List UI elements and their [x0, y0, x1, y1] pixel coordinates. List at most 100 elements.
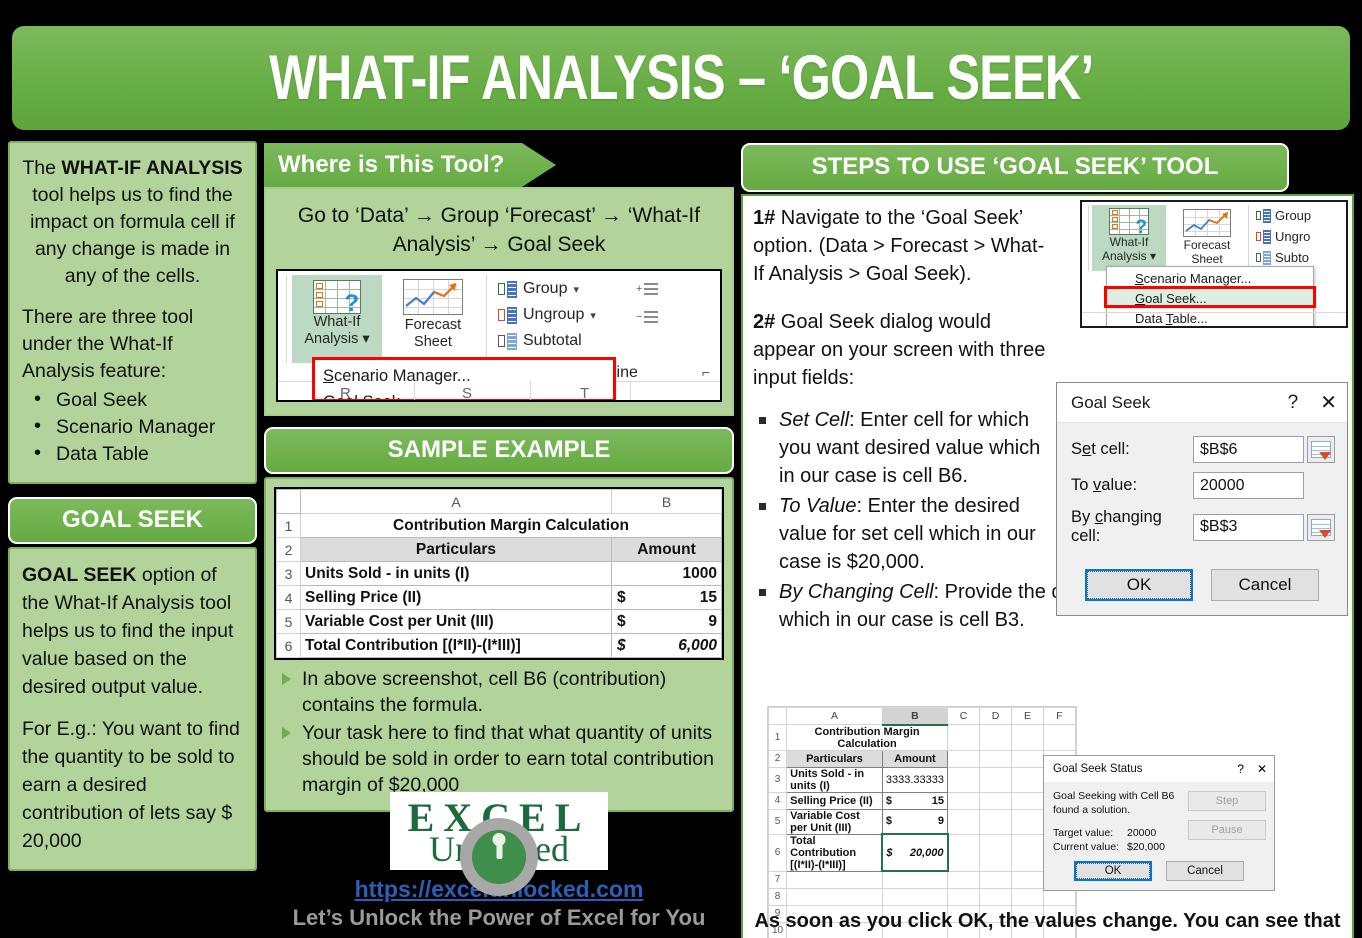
forecast-sheet-label-2: Sheet	[414, 334, 452, 350]
row-header[interactable]: 7	[767, 870, 788, 889]
sample-spreadsheet-screenshot: A B 1 Contribution Margin Calculation 2 …	[274, 487, 724, 660]
column-header-a[interactable]: A	[300, 489, 612, 514]
ungroup-ribbon-button[interactable]: Ungro	[1256, 229, 1310, 244]
sheet-corner-cell[interactable]	[767, 707, 788, 725]
row-header[interactable]: 3	[767, 766, 788, 793]
cell-number: 15	[931, 794, 944, 807]
status-cancel-button[interactable]: Cancel	[1166, 861, 1244, 881]
help-icon[interactable]: ?	[1288, 392, 1299, 414]
goal-seek-section: GOAL SEEK GOAL SEEK option of the What-I…	[8, 497, 257, 871]
set-cell-row: Set cell: $B$6	[1071, 436, 1335, 463]
current-value-row: Current value: $20,000	[1053, 840, 1188, 854]
dropdown-caret-icon[interactable]: ▾	[1150, 249, 1156, 263]
row-header[interactable]: 6	[767, 833, 788, 872]
cell-value: 1000	[611, 561, 722, 586]
selected-cell-value[interactable]: $20,000	[881, 833, 949, 872]
dialog-titlebar: Goal Seek ? ✕	[1057, 383, 1347, 423]
what-if-analysis-icon: ?	[1109, 208, 1149, 237]
row-header[interactable]: 8	[767, 887, 788, 906]
dialog-launcher-icon[interactable]: ⌐	[702, 364, 710, 380]
three-tools-lead: There are three tool under the What-If A…	[22, 306, 194, 382]
target-value-row: Target value: 20000	[1053, 826, 1188, 840]
group-ribbon-button[interactable]: Group	[1256, 208, 1311, 223]
column-header-c[interactable]: C	[947, 707, 980, 725]
column-header-b[interactable]: B	[611, 489, 722, 514]
to-value-label: To value:	[1071, 476, 1138, 494]
cancel-button[interactable]: Cancel	[1211, 569, 1319, 601]
where-is-tool-panel: Go to ‘Data’ → Group ‘Forecast’ → ‘What-…	[264, 187, 734, 416]
goal-seek-dialog: Goal Seek ? ✕ Set cell: $B$6 To value: 2…	[1056, 382, 1348, 616]
subtotal-icon	[1256, 250, 1271, 265]
column-header-e[interactable]: E	[1011, 707, 1044, 725]
table-row: 1 Contribution Margin Calculation	[276, 513, 722, 538]
goal-seek-status-dialog: Goal Seek Status ? ✕ Goal Seeking with C…	[1043, 755, 1275, 891]
show-detail-icon[interactable]: +	[636, 283, 658, 297]
excel-ribbon-screenshot: ? What-If Analysis ▾ Forecast Sheet Grou…	[276, 269, 722, 402]
currency-symbol: $	[617, 612, 626, 630]
subtotal-ribbon-button[interactable]: Subto	[1256, 250, 1309, 265]
group-label: Group	[1275, 208, 1312, 223]
row-header[interactable]: 2	[767, 749, 788, 768]
chevron-down-icon[interactable]: ▾	[590, 309, 596, 322]
table-row: A B C D E F	[767, 707, 1076, 726]
row-header[interactable]: 4	[767, 791, 788, 810]
table-row: 6 Total Contribution [(I*II)-(I*III)] $6…	[276, 633, 722, 658]
forecast-sheet-label-1: Forecast	[404, 317, 462, 333]
ungroup-label: Ungroup	[523, 306, 585, 323]
set-cell-input[interactable]: $B$6	[1193, 436, 1304, 463]
status-ok-button[interactable]: OK	[1074, 861, 1152, 881]
subtotal-label: Subtotal	[523, 332, 582, 349]
chevron-down-icon[interactable]: ▾	[573, 283, 579, 296]
row-header[interactable]: 5	[767, 808, 788, 835]
result-caption: As soon as you click OK, the values chan…	[754, 910, 1341, 932]
status-dialog-titlebar: Goal Seek Status ? ✕	[1044, 756, 1274, 782]
group-ribbon-button[interactable]: Group ▾	[498, 280, 579, 298]
row-header[interactable]: 1	[276, 513, 301, 538]
subtotal-ribbon-button[interactable]: Subtotal	[498, 332, 582, 350]
dropdown-caret-icon[interactable]: ▾	[362, 331, 369, 347]
steps-panel: ? What-If Analysis ▾ Forecast Sheet Grou…	[741, 194, 1354, 938]
sheet-title-cell: Contribution Margin Calculation	[786, 724, 948, 751]
by-changing-cell-row: By changing cell: $B$3	[1071, 508, 1335, 546]
header-particulars: Particulars	[786, 749, 883, 768]
table-row: 8	[767, 887, 1076, 906]
list-item: In above screenshot, cell B6 (contributi…	[274, 666, 724, 718]
range-picker-icon[interactable]	[1307, 513, 1335, 541]
set-cell-label: Set cell:	[1071, 440, 1130, 458]
forecast-sheet-ribbon-button[interactable]: Forecast Sheet	[1170, 205, 1244, 271]
column-header-a[interactable]: A	[786, 707, 883, 725]
sheet-corner-cell[interactable]	[276, 489, 301, 514]
row-header[interactable]: 1	[767, 724, 788, 751]
row-header[interactable]: 3	[276, 561, 301, 586]
ungroup-ribbon-button[interactable]: Ungroup ▾	[498, 306, 596, 324]
tagline: Let’s Unlock the Power of Excel for You	[292, 905, 706, 930]
hide-detail-icon[interactable]: −	[636, 311, 658, 325]
ungroup-icon	[1256, 229, 1271, 244]
to-value-input[interactable]: 20000	[1193, 472, 1304, 499]
ok-button[interactable]: OK	[1085, 569, 1193, 601]
what-if-analysis-ribbon-button[interactable]: ? What-If Analysis ▾	[1092, 205, 1166, 271]
currency-symbol: $	[617, 588, 626, 606]
list-item: Set Cell: Enter cell for which you want …	[753, 406, 1055, 490]
currency-symbol: $	[617, 636, 626, 654]
close-icon[interactable]: ✕	[1320, 390, 1337, 415]
table-row: 3 Units Sold - in units (I) 1000	[276, 561, 722, 586]
list-item: Data Table	[22, 440, 243, 468]
forecast-sheet-ribbon-button[interactable]: Forecast Sheet	[388, 275, 478, 363]
step-1: 1# Navigate to the ‘Goal Seek’ option. (…	[753, 204, 1053, 288]
column-header-d[interactable]: D	[979, 707, 1012, 725]
result-table: A B C D E F 1 Contribution Margin Calcul…	[767, 707, 1076, 938]
what-if-analysis-ribbon-button[interactable]: ? What-If Analysis ▾	[292, 275, 382, 363]
close-icon[interactable]: ✕	[1257, 762, 1267, 776]
row-header[interactable]: 6	[276, 633, 301, 658]
column-header-f[interactable]: F	[1043, 707, 1076, 725]
help-icon[interactable]: ?	[1237, 762, 1244, 776]
row-header[interactable]: 5	[276, 609, 301, 634]
range-picker-icon[interactable]	[1307, 436, 1335, 463]
step-1-number: 1#	[753, 207, 776, 229]
row-header[interactable]: 4	[276, 585, 301, 610]
column-header-b[interactable]: B	[881, 707, 949, 726]
by-changing-cell-input[interactable]: $B$3	[1193, 513, 1304, 541]
list-item: To Value: Enter the desired value for se…	[753, 492, 1055, 576]
row-header[interactable]: 2	[276, 537, 301, 562]
